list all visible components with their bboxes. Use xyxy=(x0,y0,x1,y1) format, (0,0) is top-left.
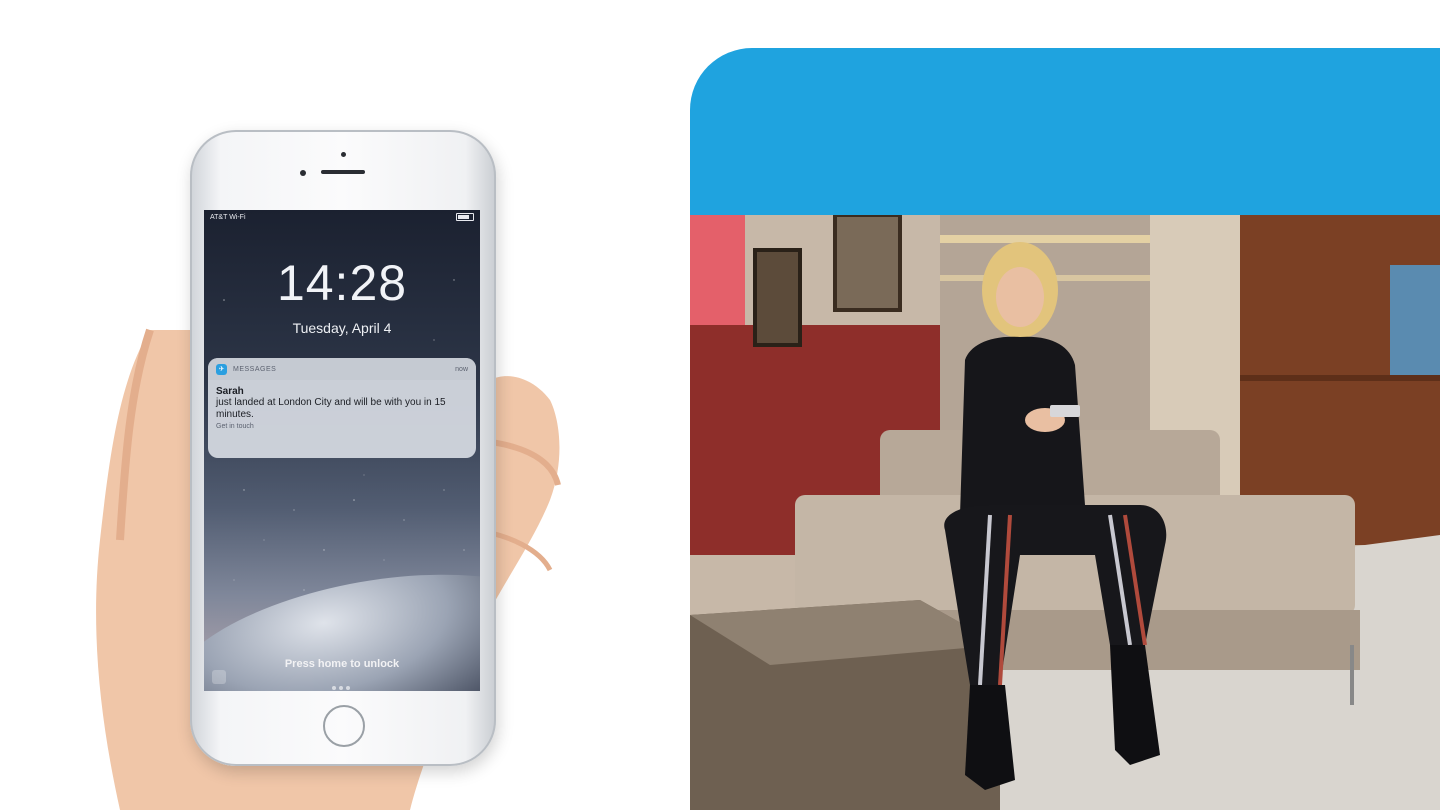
app-icon: ✈ xyxy=(216,363,227,375)
sensor-dot xyxy=(300,170,306,176)
page-indicator xyxy=(332,686,352,690)
phone-device: AT&T Wi-Fi 14:28 Tuesday, April 4 ✈ MESS… xyxy=(190,130,496,766)
hero-panel xyxy=(690,48,1440,810)
message-notification[interactable]: ✈ MESSAGES now Sarah just landed at Lond… xyxy=(208,358,476,458)
notification-action[interactable]: Get in touch xyxy=(216,423,468,430)
lobby-photo xyxy=(690,215,1440,810)
notification-message: just landed at London City and will be w… xyxy=(216,397,446,420)
front-camera xyxy=(341,152,346,157)
battery-icon xyxy=(456,213,474,221)
status-bar: AT&T Wi-Fi xyxy=(204,210,480,224)
blue-header-band xyxy=(690,48,1440,215)
notification-header: ✈ MESSAGES now xyxy=(208,358,476,380)
camera-icon[interactable] xyxy=(212,670,226,684)
lobby-scene xyxy=(690,215,1440,810)
carrier-label: AT&T Wi-Fi xyxy=(210,213,246,221)
earpiece-speaker xyxy=(321,170,365,174)
notification-app-name: MESSAGES xyxy=(233,365,277,373)
notification-sender: Sarah xyxy=(216,386,244,397)
lock-screen: AT&T Wi-Fi 14:28 Tuesday, April 4 ✈ MESS… xyxy=(204,210,480,691)
notification-body: Sarah just landed at London City and wil… xyxy=(208,380,476,430)
lock-time: 14:28 xyxy=(276,255,408,311)
notification-time: now xyxy=(455,365,468,373)
unlock-hint: Press home to unlock xyxy=(284,658,400,670)
lock-date: Tuesday, April 4 xyxy=(292,320,392,336)
home-button-icon[interactable] xyxy=(323,705,365,747)
